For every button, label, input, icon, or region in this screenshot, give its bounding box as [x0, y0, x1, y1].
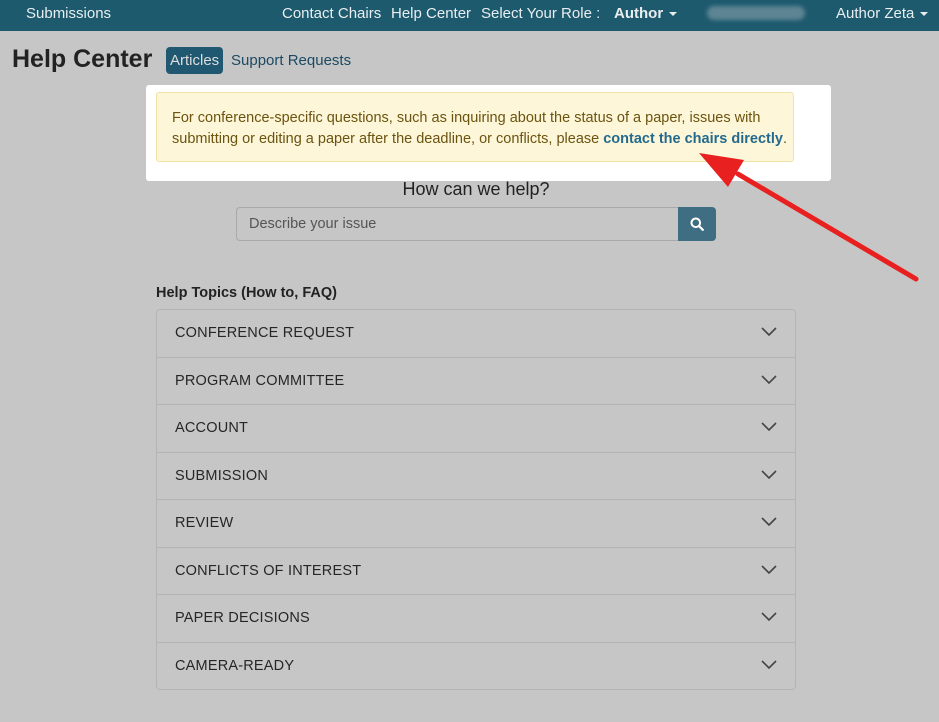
topic-label: ACCOUNT: [175, 420, 249, 436]
nav-contact-chairs[interactable]: Contact Chairs: [282, 5, 381, 22]
role-dropdown-value: Author: [614, 5, 664, 22]
topic-label: SUBMISSION: [175, 467, 269, 484]
topic-label: REVIEW: [175, 515, 234, 531]
help-heading: How can we help?: [402, 179, 550, 199]
caret-down-icon: [669, 12, 678, 17]
chevron-down-icon: [761, 659, 777, 669]
tab-support-requests[interactable]: Support Requests: [231, 52, 351, 69]
tab-articles[interactable]: Articles: [166, 47, 224, 74]
topic-conference-request[interactable]: CONFERENCE REQUEST: [157, 310, 795, 358]
help-topics-accordion: CONFERENCE REQUEST PROGRAM COMMITTEE ACC…: [156, 309, 796, 690]
chevron-down-icon: [761, 517, 777, 527]
user-menu[interactable]: Author Zeta: [836, 5, 929, 22]
topic-camera-ready[interactable]: CAMERA-READY: [157, 643, 795, 691]
topic-review[interactable]: REVIEW: [157, 500, 795, 548]
chevron-down-icon: [761, 469, 777, 479]
nav-help-center[interactable]: Help Center: [391, 5, 471, 22]
search-input[interactable]: [236, 207, 678, 241]
topic-label: PROGRAM COMMITTEE: [175, 372, 345, 389]
topic-label: CONFERENCE REQUEST: [175, 325, 355, 341]
page-title: Help Center: [12, 45, 153, 73]
help-topics-heading: Help Topics (How to, FAQ): [156, 285, 337, 301]
topic-submission[interactable]: SUBMISSION: [157, 453, 795, 500]
highlighted-alert-region: For conference-specific questions, such …: [146, 85, 831, 181]
topic-conflicts-of-interest[interactable]: CONFLICTS OF INTEREST: [157, 548, 795, 595]
chevron-down-icon: [761, 422, 777, 432]
alert-suffix: .: [782, 131, 787, 147]
contact-chairs-link[interactable]: contact the chairs directly: [603, 131, 783, 147]
caret-down-icon: [920, 12, 929, 17]
conference-questions-alert: For conference-specific questions, such …: [156, 92, 794, 162]
topic-program-committee[interactable]: PROGRAM COMMITTEE: [157, 358, 795, 405]
chevron-down-icon: [761, 612, 777, 622]
search-icon: [690, 217, 704, 231]
nav-select-role-label: Select Your Role :: [481, 5, 601, 22]
topic-label: CONFLICTS OF INTEREST: [175, 562, 362, 579]
search-button[interactable]: [678, 207, 716, 241]
role-dropdown[interactable]: Author: [614, 5, 678, 22]
nav-submissions[interactable]: Submissions: [26, 5, 111, 22]
topic-label: PAPER DECISIONS: [175, 610, 310, 626]
chevron-down-icon: [761, 374, 777, 384]
top-navbar: Submissions Contact Chairs Help Center S…: [0, 0, 939, 31]
user-name: Author Zeta: [836, 5, 915, 22]
chevron-down-icon: [761, 564, 777, 574]
chevron-down-icon: [761, 327, 777, 337]
topic-paper-decisions[interactable]: PAPER DECISIONS: [157, 595, 795, 643]
redacted-conference-selector[interactable]: [707, 6, 805, 20]
topic-label: CAMERA-READY: [175, 657, 295, 674]
topic-account[interactable]: ACCOUNT: [157, 405, 795, 453]
